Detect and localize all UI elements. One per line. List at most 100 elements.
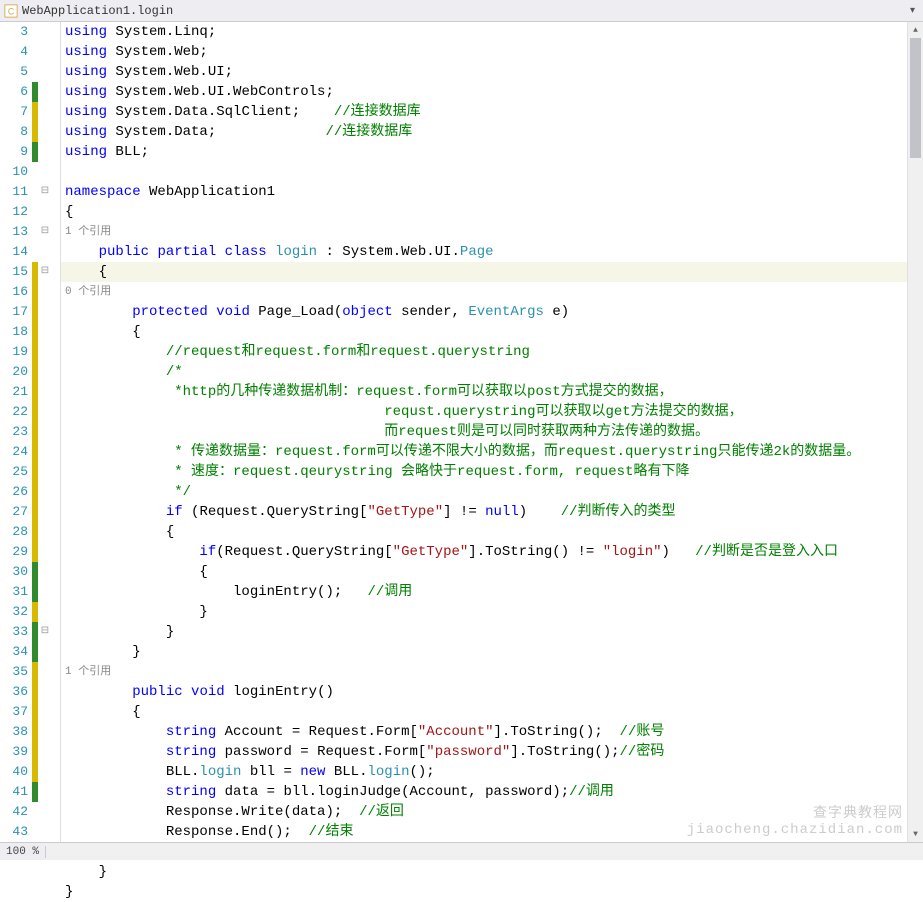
line-number: 28 bbox=[0, 522, 32, 542]
code-line[interactable]: { bbox=[61, 202, 923, 222]
horizontal-scrollbar[interactable] bbox=[46, 844, 923, 860]
code-line[interactable]: } bbox=[61, 642, 923, 662]
zoom-level[interactable]: 100 % bbox=[0, 846, 46, 858]
line-number: 43 bbox=[0, 822, 32, 842]
code-line[interactable]: *http的几种传递数据机制：request.form可以获取以post方式提交… bbox=[61, 382, 923, 402]
code-line[interactable]: * 速度：request.qeurystring 会略快于request.for… bbox=[61, 462, 923, 482]
scroll-up-icon[interactable]: ▲ bbox=[908, 22, 923, 38]
line-number: 15 bbox=[0, 262, 32, 282]
vertical-scrollbar[interactable]: ▲ ▼ bbox=[907, 22, 923, 842]
code-line[interactable]: protected void Page_Load(object sender, … bbox=[61, 302, 923, 322]
change-marker bbox=[32, 322, 38, 342]
code-line[interactable]: using System.Data; //连接数据库 bbox=[61, 122, 923, 142]
change-marker bbox=[32, 442, 38, 462]
change-marker bbox=[32, 142, 38, 162]
line-number: 6 bbox=[0, 82, 32, 102]
code-reference-count[interactable]: 0 个引用 bbox=[61, 282, 923, 302]
line-number: 18 bbox=[0, 322, 32, 342]
change-marker bbox=[32, 662, 38, 682]
code-line[interactable]: using BLL; bbox=[61, 142, 923, 162]
scrollbar-thumb[interactable] bbox=[910, 38, 921, 158]
code-reference-count[interactable]: 1 个引用 bbox=[61, 222, 923, 242]
document-title: WebApplication1.login bbox=[22, 4, 906, 18]
code-area[interactable]: using System.Linq;using System.Web;using… bbox=[60, 22, 923, 842]
code-line[interactable]: public partial class login : System.Web.… bbox=[61, 242, 923, 262]
code-line[interactable]: public void loginEntry() bbox=[61, 682, 923, 702]
code-line[interactable]: /* bbox=[61, 362, 923, 382]
line-number: 21 bbox=[0, 382, 32, 402]
change-marker bbox=[32, 462, 38, 482]
code-line[interactable]: * 传递数据量：request.form可以传递不限大小的数据，而request… bbox=[61, 442, 923, 462]
line-number: 3 bbox=[0, 22, 32, 42]
line-number: 14 bbox=[0, 242, 32, 262]
code-reference-count[interactable]: 1 个引用 bbox=[61, 662, 923, 682]
change-marker bbox=[32, 782, 38, 802]
csharp-file-icon: C bbox=[4, 4, 18, 18]
code-line[interactable]: requst.querystring可以获取以get方法提交的数据， bbox=[61, 402, 923, 422]
line-number: 23 bbox=[0, 422, 32, 442]
code-line[interactable]: 而request则是可以同时获取两种方法传递的数据。 bbox=[61, 422, 923, 442]
code-line[interactable]: string Account = Request.Form["Account"]… bbox=[61, 722, 923, 742]
scroll-down-icon[interactable]: ▼ bbox=[908, 826, 923, 842]
change-marker bbox=[32, 682, 38, 702]
change-marker bbox=[32, 162, 38, 182]
line-number: 16 bbox=[0, 282, 32, 302]
line-number: 41 bbox=[0, 782, 32, 802]
line-number: 27 bbox=[0, 502, 32, 522]
fold-toggle[interactable]: ⊟ bbox=[38, 262, 52, 282]
code-line[interactable]: { bbox=[61, 522, 923, 542]
code-line[interactable]: loginEntry(); //调用 bbox=[61, 582, 923, 602]
code-line[interactable]: } bbox=[61, 622, 923, 642]
fold-toggle[interactable]: ⊟ bbox=[38, 622, 52, 642]
change-marker bbox=[32, 602, 38, 622]
code-line[interactable]: } bbox=[61, 862, 923, 882]
fold-toggle[interactable]: ⊟ bbox=[38, 182, 52, 202]
code-line[interactable]: { bbox=[61, 702, 923, 722]
code-line[interactable]: using System.Web.UI.WebControls; bbox=[61, 82, 923, 102]
change-marker bbox=[32, 582, 38, 602]
code-line[interactable]: if(Request.QueryString["GetType"].ToStri… bbox=[61, 542, 923, 562]
code-line[interactable]: } bbox=[61, 882, 923, 902]
dropdown-icon[interactable]: ▾ bbox=[906, 5, 919, 17]
code-line[interactable]: Response.Write(data); //返回 bbox=[61, 802, 923, 822]
code-line[interactable]: string password = Request.Form["password… bbox=[61, 742, 923, 762]
line-number: 19 bbox=[0, 342, 32, 362]
status-bar: 100 % bbox=[0, 842, 923, 860]
code-line[interactable]: { bbox=[61, 322, 923, 342]
line-number: 22 bbox=[0, 402, 32, 422]
line-number: 35 bbox=[0, 662, 32, 682]
change-marker bbox=[32, 242, 38, 262]
code-line[interactable]: if (Request.QueryString["GetType"] != nu… bbox=[61, 502, 923, 522]
code-line[interactable]: { bbox=[61, 562, 923, 582]
change-marker bbox=[32, 282, 38, 302]
change-marker bbox=[32, 742, 38, 762]
code-line[interactable]: using System.Linq; bbox=[61, 22, 923, 42]
change-marker bbox=[32, 822, 38, 842]
change-marker bbox=[32, 422, 38, 442]
code-line[interactable] bbox=[61, 162, 923, 182]
code-line[interactable]: Response.End(); //结束 bbox=[61, 822, 923, 842]
code-line[interactable]: { bbox=[61, 262, 923, 282]
line-number: 26 bbox=[0, 482, 32, 502]
code-line[interactable]: using System.Data.SqlClient; //连接数据库 bbox=[61, 102, 923, 122]
change-marker bbox=[32, 402, 38, 422]
change-marker bbox=[32, 702, 38, 722]
line-number: 39 bbox=[0, 742, 32, 762]
line-number: 8 bbox=[0, 122, 32, 142]
change-marker bbox=[32, 762, 38, 782]
change-marker bbox=[32, 102, 38, 122]
svg-text:C: C bbox=[8, 6, 14, 16]
code-line[interactable]: BLL.login bll = new BLL.login(); bbox=[61, 762, 923, 782]
code-line[interactable]: */ bbox=[61, 482, 923, 502]
code-editor[interactable]: 34567891011⊟1213⊟1415⊟161718192021222324… bbox=[0, 22, 923, 842]
code-line[interactable]: using System.Web.UI; bbox=[61, 62, 923, 82]
code-line[interactable]: string data = bll.loginJudge(Account, pa… bbox=[61, 782, 923, 802]
line-number: 24 bbox=[0, 442, 32, 462]
change-marker bbox=[32, 562, 38, 582]
fold-toggle[interactable]: ⊟ bbox=[38, 222, 52, 242]
code-line[interactable]: namespace WebApplication1 bbox=[61, 182, 923, 202]
code-line[interactable]: //request和request.form和request.querystri… bbox=[61, 342, 923, 362]
code-line[interactable]: using System.Web; bbox=[61, 42, 923, 62]
code-line[interactable]: } bbox=[61, 602, 923, 622]
line-number: 36 bbox=[0, 682, 32, 702]
